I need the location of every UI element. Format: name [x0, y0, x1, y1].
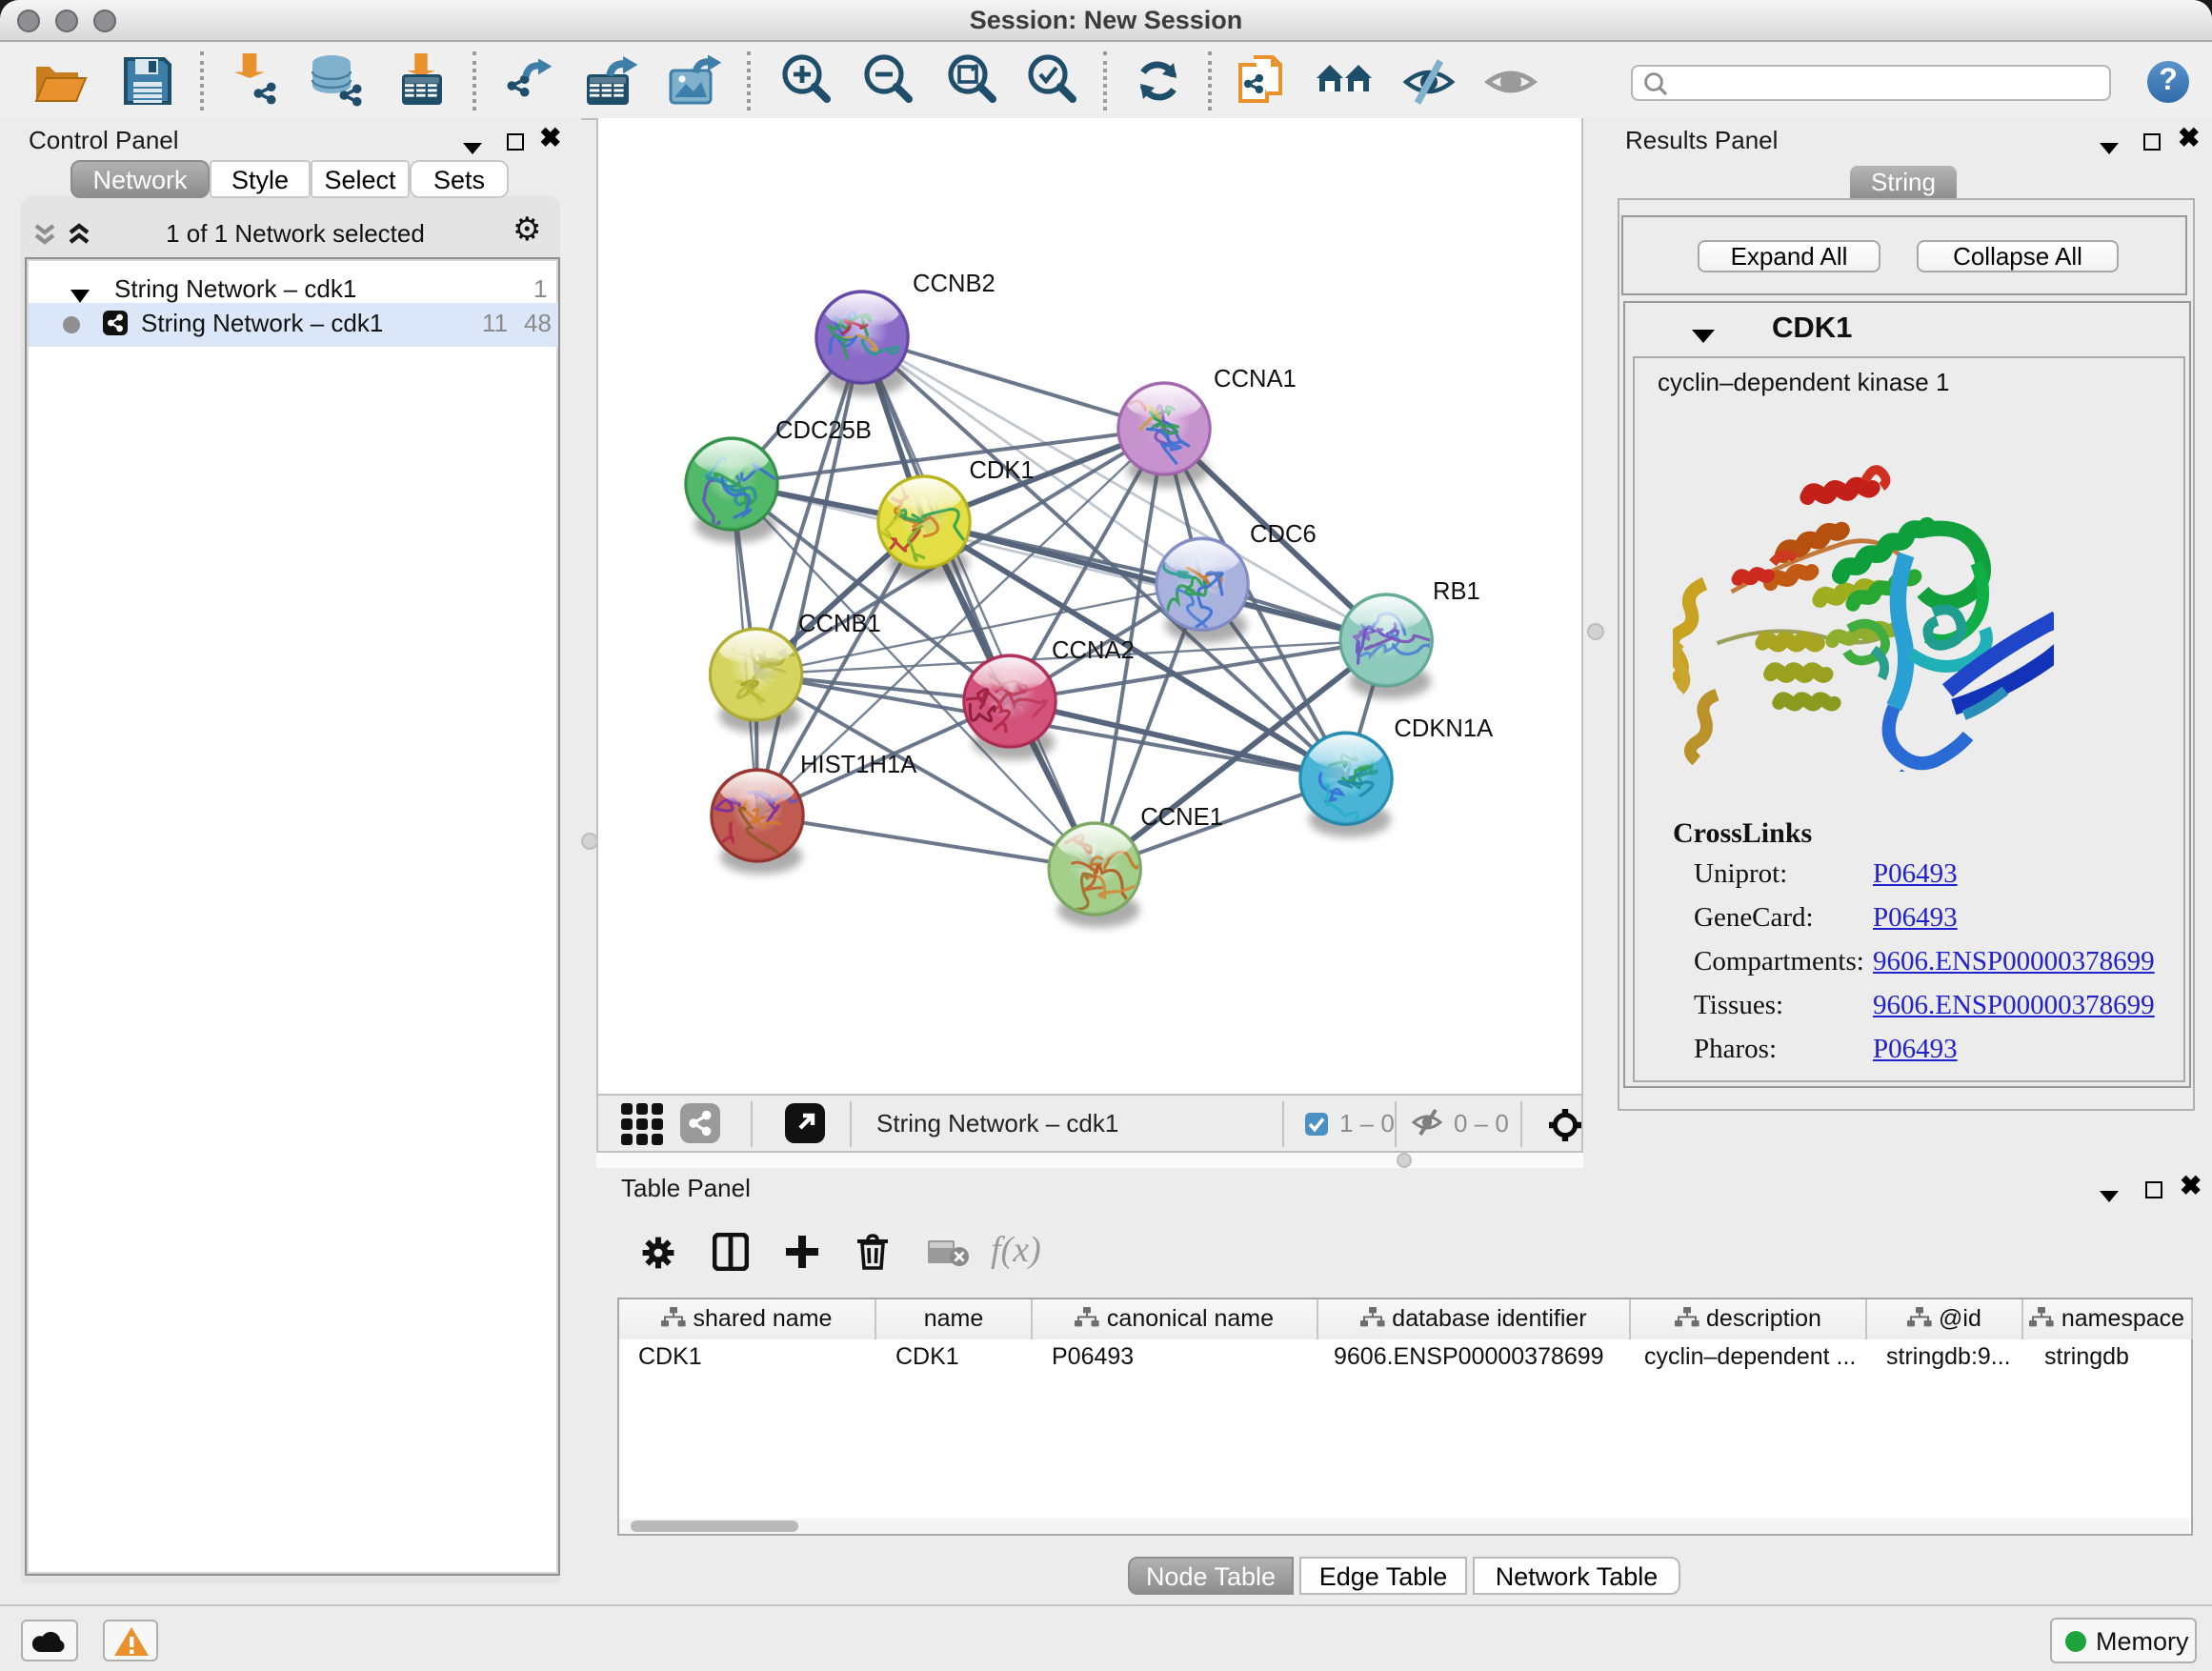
svg-text:CDC25B: CDC25B [775, 417, 872, 444]
svg-text:CDK1: CDK1 [969, 457, 1034, 484]
svg-text:CCNE1: CCNE1 [1140, 804, 1223, 831]
svg-text:CCNA2: CCNA2 [1052, 637, 1135, 664]
svg-text:CDC6: CDC6 [1250, 521, 1317, 548]
svg-text:CCNB1: CCNB1 [798, 611, 881, 637]
svg-text:RB1: RB1 [1433, 578, 1480, 605]
svg-text:CDKN1A: CDKN1A [1394, 715, 1494, 742]
svg-text:CCNA1: CCNA1 [1214, 366, 1297, 393]
svg-text:CCNB2: CCNB2 [913, 271, 995, 297]
svg-text:HIST1H1A: HIST1H1A [800, 752, 917, 778]
